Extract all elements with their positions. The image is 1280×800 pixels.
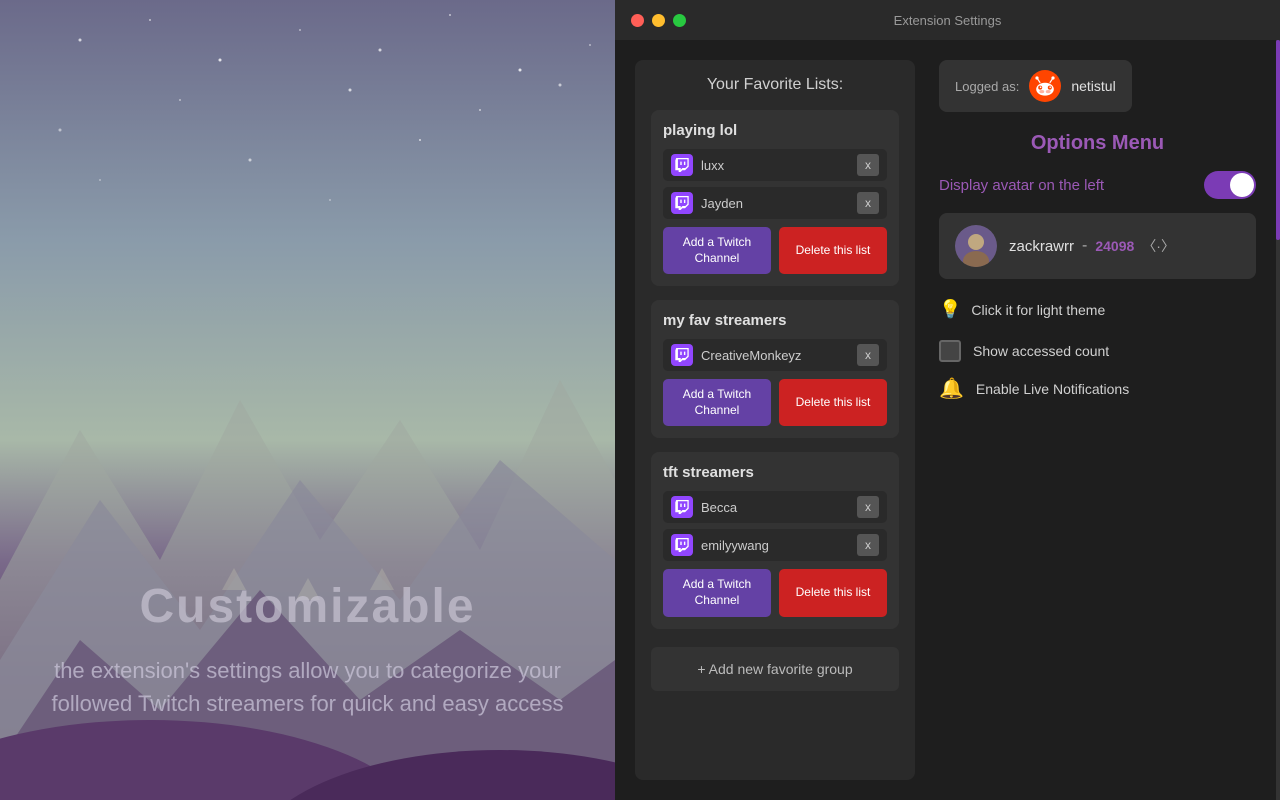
left-text-block: Customizable the extension's settings al… (0, 579, 615, 720)
display-avatar-label: Display avatar on the left (939, 177, 1104, 194)
light-theme-label: Click it for light theme (971, 302, 1105, 318)
favorites-header: Your Favorite Lists: (651, 76, 899, 94)
username-label: netistul (1071, 78, 1115, 94)
avatar-preview: zackrawrr - 24098 〈·〉 (939, 213, 1256, 279)
options-panel: Logged as: netistul (915, 40, 1280, 800)
group1-actions: Add a Twitch Channel Delete this list (663, 227, 887, 274)
notifications-label: Enable Live Notifications (976, 381, 1129, 397)
item-name: Jayden (701, 196, 857, 211)
title-bar: Extension Settings (615, 0, 1280, 40)
add-channel-button[interactable]: Add a Twitch Channel (663, 227, 771, 274)
options-title: Options Menu (939, 132, 1256, 155)
toggle-knob (1230, 173, 1254, 197)
remove-item-button[interactable]: x (857, 534, 879, 556)
window-title: Extension Settings (894, 13, 1002, 28)
list-item: emilyywang x (663, 529, 887, 561)
logged-as-box: Logged as: netistul (939, 60, 1132, 112)
left-title: Customizable (30, 579, 585, 634)
delete-list-button[interactable]: Delete this list (779, 569, 887, 616)
light-theme-row[interactable]: 💡 Click it for light theme (939, 299, 1256, 320)
bell-icon: 🔔 (939, 376, 964, 401)
streamer-avatar (955, 225, 997, 267)
minimize-button[interactable] (652, 14, 665, 27)
left-subtitle: the extension's settings allow you to ca… (30, 654, 585, 720)
group3-actions: Add a Twitch Channel Delete this list (663, 569, 887, 616)
notifications-row: 🔔 Enable Live Notifications (939, 376, 1256, 401)
delete-list-button[interactable]: Delete this list (779, 379, 887, 426)
display-avatar-toggle[interactable] (1204, 171, 1256, 199)
remove-item-button[interactable]: x (857, 154, 879, 176)
group2-name: my fav streamers (663, 312, 887, 329)
item-name: Becca (701, 500, 857, 515)
streamer-name: zackrawrr (1009, 238, 1074, 255)
viewer-count: 24098 (1095, 238, 1134, 254)
favorites-panel: Your Favorite Lists: playing lol luxx x … (635, 60, 915, 780)
add-channel-button[interactable]: Add a Twitch Channel (663, 569, 771, 616)
logged-as-label: Logged as: (955, 79, 1019, 94)
twitch-icon (671, 496, 693, 518)
remove-item-button[interactable]: x (857, 344, 879, 366)
remove-item-button[interactable]: x (857, 192, 879, 214)
item-name: emilyywang (701, 538, 857, 553)
display-avatar-row: Display avatar on the left (939, 171, 1256, 199)
background-left: Customizable the extension's settings al… (0, 0, 615, 800)
extension-window: Extension Settings Your Favorite Lists: … (615, 0, 1280, 800)
scroll-thumb (1276, 40, 1280, 240)
list-item: CreativeMonkeyz x (663, 339, 887, 371)
show-count-checkbox[interactable] (939, 340, 961, 362)
item-name: luxx (701, 158, 857, 173)
twitch-icon (671, 192, 693, 214)
item-name: CreativeMonkeyz (701, 348, 857, 363)
delete-list-button[interactable]: Delete this list (779, 227, 887, 274)
list-item: luxx x (663, 149, 887, 181)
show-count-row: Show accessed count (939, 340, 1256, 362)
user-avatar (1029, 70, 1061, 102)
show-count-label: Show accessed count (973, 343, 1109, 359)
favorite-group-2: my fav streamers CreativeMonkeyz x Add a… (651, 300, 899, 438)
live-icon: 〈·〉 (1142, 236, 1175, 256)
add-new-group-button[interactable]: + Add new favorite group (651, 647, 899, 691)
remove-item-button[interactable]: x (857, 496, 879, 518)
group3-name: tft streamers (663, 464, 887, 481)
favorite-group-1: playing lol luxx x Jayden x Add (651, 110, 899, 286)
group2-actions: Add a Twitch Channel Delete this list (663, 379, 887, 426)
main-content: Your Favorite Lists: playing lol luxx x … (615, 40, 1280, 800)
bulb-icon: 💡 (939, 299, 961, 320)
list-item: Jayden x (663, 187, 887, 219)
add-channel-button[interactable]: Add a Twitch Channel (663, 379, 771, 426)
twitch-icon (671, 344, 693, 366)
scroll-indicator (1276, 40, 1280, 800)
list-item: Becca x (663, 491, 887, 523)
window-controls (631, 14, 686, 27)
streamer-info: zackrawrr - 24098 〈·〉 (1009, 236, 1175, 256)
close-button[interactable] (631, 14, 644, 27)
twitch-icon (671, 534, 693, 556)
twitch-icon (671, 154, 693, 176)
maximize-button[interactable] (673, 14, 686, 27)
favorite-group-3: tft streamers Becca x emilyywang x (651, 452, 899, 628)
group1-name: playing lol (663, 122, 887, 139)
